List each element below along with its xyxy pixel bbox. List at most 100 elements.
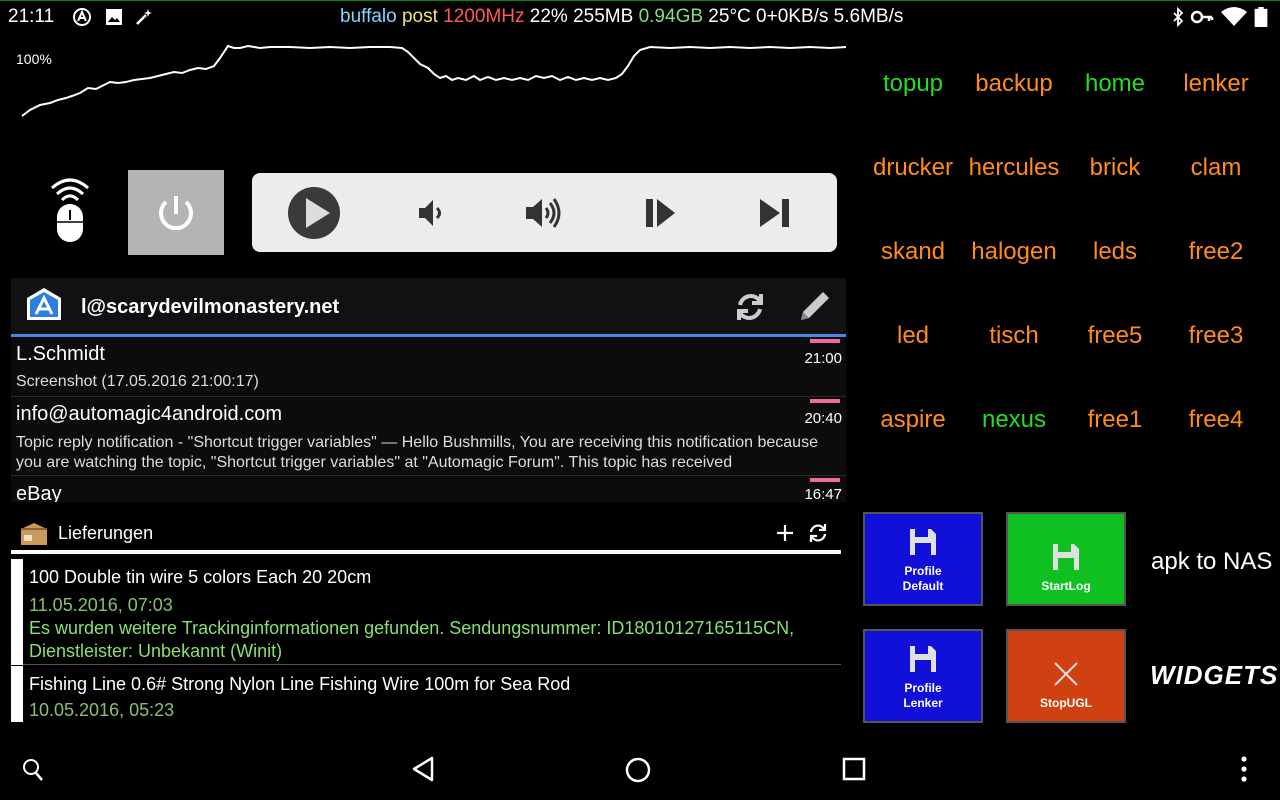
mail-account: l@scarydevilmonastery.net — [81, 296, 340, 318]
mail-item[interactable]: eBay 16:47 — [11, 476, 846, 502]
mail-time: 20:40 — [804, 410, 842, 427]
play-button[interactable] — [264, 173, 364, 252]
shortcut-free2[interactable]: free2 — [1166, 238, 1266, 266]
volume-down-button[interactable] — [380, 173, 480, 252]
shortcut-hercules[interactable]: hercules — [964, 154, 1064, 182]
mail-time: 16:47 — [804, 486, 842, 502]
save-icon — [910, 529, 936, 555]
wifi-remote-icon[interactable] — [44, 174, 96, 246]
image-icon — [106, 9, 122, 25]
stat-value: 0+0KB/s — [750, 6, 829, 27]
search-icon[interactable] — [22, 758, 44, 782]
delivery-title: Fishing Line 0.6# Strong Nylon Line Fish… — [29, 674, 571, 694]
stat-value: buffalo — [340, 6, 397, 27]
back-icon[interactable] — [410, 755, 436, 783]
sync-icon[interactable] — [807, 522, 829, 544]
shortcut-backup[interactable]: backup — [964, 70, 1064, 98]
automagic-icon — [73, 8, 91, 26]
shortcut-lenker[interactable]: lenker — [1166, 70, 1266, 98]
stat-value: post — [396, 6, 438, 27]
shortcut-free3[interactable]: free3 — [1166, 322, 1266, 350]
save-icon — [910, 646, 936, 672]
deliveries-header: Lieferungen — [11, 510, 841, 554]
status-bar: 21:11 buffalo post 1200MHz 22% 255MB 0.9… — [0, 0, 1280, 32]
mail-time: 21:00 — [804, 350, 842, 367]
shortcut-leds[interactable]: leds — [1065, 238, 1165, 266]
volume-up-button[interactable] — [494, 173, 594, 252]
shortcut-drucker[interactable]: drucker — [863, 154, 963, 182]
delivery-item-body: 100 Double tin wire 5 colors Each 20 20c… — [23, 559, 841, 665]
play-pause-icon — [646, 198, 675, 227]
widgets-label[interactable]: WIDGETS — [1150, 660, 1278, 691]
stat-value: 255MB — [567, 6, 634, 27]
mail-sender: eBay — [16, 483, 62, 502]
add-icon[interactable] — [776, 524, 794, 542]
magic-wand-icon — [136, 9, 152, 25]
bluetooth-icon — [1173, 7, 1184, 27]
shortcut-clam[interactable]: clam — [1166, 154, 1266, 182]
list-divider — [11, 550, 841, 554]
shortcut-tisch[interactable]: tisch — [964, 322, 1064, 350]
shortcut-halogen[interactable]: halogen — [964, 238, 1064, 266]
navigation-bar — [0, 738, 1280, 800]
package-icon — [21, 523, 47, 545]
tile-label: StopUGL — [1040, 696, 1092, 710]
power-button[interactable] — [128, 170, 224, 255]
more-vert-icon[interactable] — [1236, 754, 1252, 784]
mail-sender: L.Schmidt — [16, 343, 105, 365]
delivery-item[interactable]: 100 Double tin wire 5 colors Each 20 20c… — [11, 559, 841, 665]
skip-next-button[interactable] — [724, 173, 824, 252]
shortcut-free5[interactable]: free5 — [1065, 322, 1165, 350]
shortcut-home[interactable]: home — [1065, 70, 1165, 98]
power-icon — [159, 196, 193, 231]
aqua-mail-icon[interactable] — [25, 286, 63, 326]
stat-value: 0.94GB — [633, 6, 704, 27]
refresh-icon[interactable] — [733, 290, 767, 324]
vpn-key-icon — [1190, 10, 1214, 24]
mail-item[interactable]: L.Schmidt 21:00 Screenshot (17.05.2016 2… — [11, 337, 846, 397]
mail-item[interactable]: info@automagic4android.com 20:40 Topic r… — [11, 397, 846, 476]
graph-line — [21, 44, 847, 117]
shortcut-brick[interactable]: brick — [1065, 154, 1165, 182]
stopugl-button[interactable]: StopUGL — [1006, 629, 1126, 723]
shortcut-free4[interactable]: free4 — [1166, 406, 1266, 434]
stat-value: 25°C — [703, 6, 751, 27]
volume-up-icon — [526, 197, 561, 228]
unread-marker — [810, 339, 840, 343]
mail-subject: Topic reply notification - "Shortcut tri… — [16, 434, 818, 471]
recents-icon[interactable] — [842, 757, 866, 781]
profile-default-button[interactable]: Profile Default — [863, 512, 983, 606]
stat-value: 22% — [524, 6, 568, 27]
unread-marker — [810, 478, 840, 482]
stat-value: 5.6MB/s — [828, 6, 904, 27]
deliveries-title: Lieferungen — [58, 523, 154, 543]
shortcut-free1[interactable]: free1 — [1065, 406, 1165, 434]
wifi-icon — [1221, 7, 1247, 26]
shortcut-nexus[interactable]: nexus — [964, 406, 1064, 434]
shortcut-topup[interactable]: topup — [863, 70, 963, 98]
shortcut-led[interactable]: led — [863, 322, 963, 350]
graph-max-label: 100% — [16, 51, 52, 67]
play-icon — [288, 186, 340, 239]
profile-lenker-button[interactable]: Profile Lenker — [863, 629, 983, 723]
cpu-usage-graph: 100% — [10, 36, 850, 136]
unread-marker — [810, 399, 840, 403]
stat-value: 1200MHz — [437, 6, 525, 27]
close-icon — [1054, 662, 1078, 686]
apk-to-nas-label[interactable]: apk to NAS — [1151, 548, 1272, 576]
tile-label: Profile Default — [902, 564, 944, 593]
deliveries-widget: Lieferungen 100 Double tin wire 5 colors… — [11, 510, 841, 722]
play-pause-button[interactable] — [610, 173, 710, 252]
delivery-item-body: Fishing Line 0.6# Strong Nylon Line Fish… — [23, 666, 841, 722]
compose-pencil-icon[interactable] — [795, 288, 833, 326]
shortcut-skand[interactable]: skand — [863, 238, 963, 266]
startlog-button[interactable]: StartLog — [1006, 512, 1126, 606]
delivery-item[interactable]: Fishing Line 0.6# Strong Nylon Line Fish… — [11, 666, 841, 722]
tile-label: Profile Lenker — [903, 681, 943, 710]
shortcut-aspire[interactable]: aspire — [863, 406, 963, 434]
delivery-date: 10.05.2016, 05:23 — [29, 700, 175, 720]
home-icon[interactable] — [624, 756, 652, 784]
tile-label: StartLog — [1041, 579, 1091, 593]
save-icon — [1053, 544, 1079, 570]
skip-next-icon — [760, 198, 789, 227]
